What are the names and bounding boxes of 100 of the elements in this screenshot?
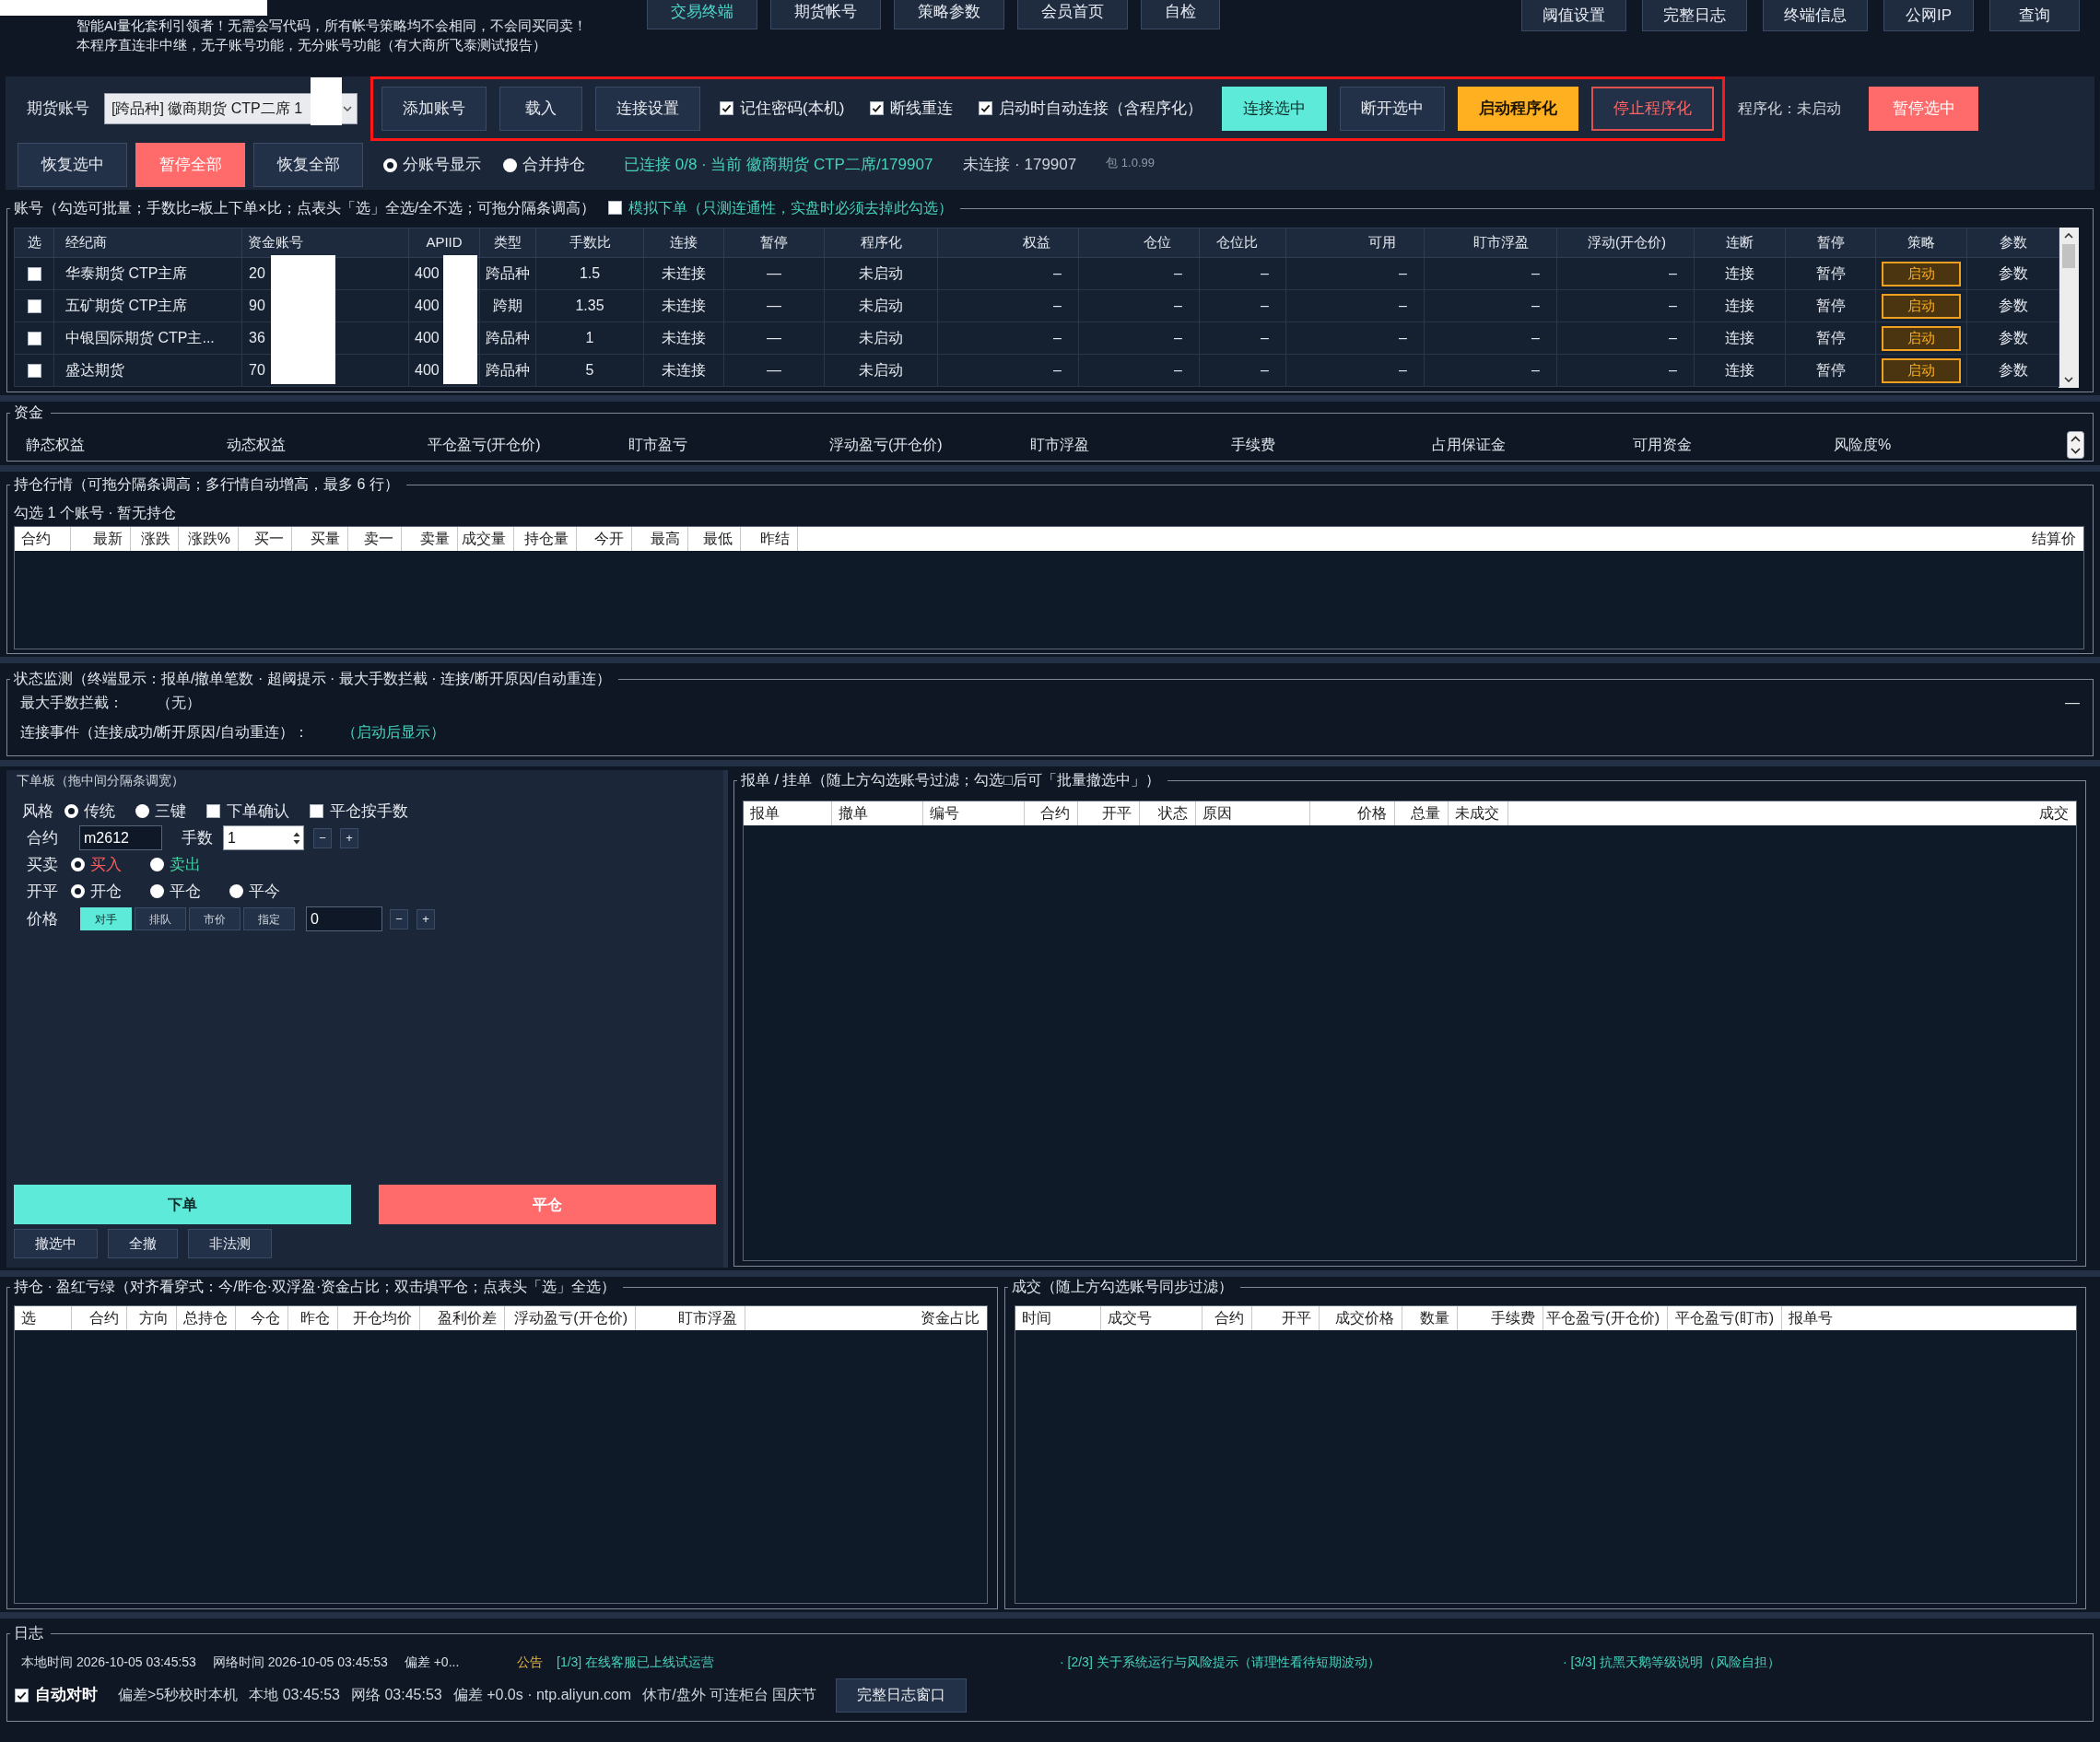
checkbox[interactable] bbox=[27, 299, 41, 314]
column-header[interactable]: 平仓盈亏(盯市) bbox=[1668, 1306, 1782, 1330]
nav-tab[interactable]: 交易终端 bbox=[647, 0, 757, 29]
column-header[interactable]: 时间 bbox=[1015, 1306, 1101, 1330]
action-link[interactable]: 暂停 bbox=[1815, 330, 1846, 345]
checkbox[interactable] bbox=[608, 201, 623, 215]
column-header[interactable]: 卖一 bbox=[348, 527, 402, 551]
column-header[interactable]: 权益 bbox=[937, 228, 1079, 258]
stepper-button[interactable]: + bbox=[416, 908, 435, 929]
column-header[interactable]: 连接 bbox=[643, 228, 724, 258]
column-header[interactable]: 成交量 bbox=[458, 527, 514, 551]
column-header[interactable]: 盈利价差 bbox=[420, 1306, 505, 1330]
start-button[interactable]: 启动 bbox=[1882, 357, 1961, 383]
contract-input[interactable]: m2612 bbox=[79, 825, 162, 850]
cancel-button[interactable]: 撤选中 bbox=[14, 1229, 98, 1258]
column-header[interactable]: 昨结 bbox=[741, 527, 798, 551]
stepper-button[interactable]: − bbox=[390, 908, 408, 929]
quantity-spinbox[interactable]: 1 bbox=[223, 825, 304, 850]
price-mode-button[interactable]: 排队 bbox=[135, 907, 186, 930]
radio-button[interactable] bbox=[503, 158, 517, 172]
column-header[interactable]: 原因 bbox=[1196, 801, 1310, 825]
toolbar-button[interactable]: 载入 bbox=[499, 86, 582, 131]
checkbox[interactable] bbox=[15, 1688, 29, 1702]
checkbox[interactable] bbox=[27, 364, 41, 379]
column-header[interactable]: 策略 bbox=[1875, 228, 1967, 258]
price-mode-button[interactable]: 市价 bbox=[189, 907, 241, 930]
column-header[interactable]: 报单 bbox=[744, 801, 832, 825]
radio-button[interactable] bbox=[71, 858, 85, 871]
column-header[interactable]: 选 bbox=[14, 228, 54, 258]
price-input[interactable]: 0 bbox=[306, 906, 382, 931]
notice-link[interactable]: · [3/3] 抗黑天鹅等级说明（风险自担） bbox=[1563, 1654, 1780, 1669]
column-header[interactable]: 仓位 bbox=[1078, 228, 1200, 258]
radio-button[interactable] bbox=[229, 884, 243, 898]
column-header[interactable]: 类型 bbox=[479, 228, 536, 258]
checkbox[interactable] bbox=[310, 804, 323, 818]
column-header[interactable]: 开平 bbox=[1252, 1306, 1320, 1330]
action-link[interactable]: 连接 bbox=[1725, 330, 1754, 345]
column-header[interactable]: 今仓 bbox=[236, 1306, 288, 1330]
action-link[interactable]: 参数 bbox=[1998, 330, 2028, 345]
column-header[interactable]: 最高 bbox=[632, 527, 688, 551]
column-header[interactable]: 资金占比 bbox=[745, 1306, 987, 1330]
radio-button[interactable] bbox=[150, 884, 164, 898]
header-button[interactable]: 阈值设置 bbox=[1521, 0, 1626, 31]
column-header[interactable]: 买一 bbox=[239, 527, 292, 551]
checkbox[interactable] bbox=[27, 332, 41, 346]
column-header[interactable]: 浮动盈亏(开仓价) bbox=[505, 1306, 636, 1330]
column-header[interactable]: 合约 bbox=[72, 1306, 127, 1330]
cancel-button[interactable]: 全撤 bbox=[108, 1229, 178, 1258]
column-header[interactable]: 成交 bbox=[1508, 801, 2076, 825]
column-header[interactable]: 浮动(开仓价) bbox=[1556, 228, 1695, 258]
toolbar-button[interactable]: 启动程序化 bbox=[1458, 86, 1579, 131]
column-header[interactable]: 总量 bbox=[1395, 801, 1449, 825]
toolbar-button[interactable]: 断开选中 bbox=[1340, 86, 1446, 131]
stepper-button[interactable]: − bbox=[313, 827, 332, 848]
column-header[interactable]: 卖量 bbox=[402, 527, 458, 551]
start-button[interactable]: 启动 bbox=[1882, 325, 1961, 351]
column-header[interactable]: 仓位比 bbox=[1199, 228, 1286, 258]
column-header[interactable]: 暂停 bbox=[723, 228, 825, 258]
column-header[interactable]: 合约 bbox=[1025, 801, 1078, 825]
checkbox[interactable] bbox=[870, 101, 885, 115]
stepper-button[interactable]: + bbox=[340, 827, 358, 848]
header-button[interactable]: 查询 bbox=[1989, 0, 2080, 31]
nav-tab[interactable]: 策略参数 bbox=[894, 0, 1004, 29]
action-link[interactable]: 参数 bbox=[1998, 298, 2028, 313]
toolbar-button[interactable]: 停止程序化 bbox=[1591, 86, 1715, 131]
column-header[interactable]: 手续费 bbox=[1458, 1306, 1543, 1330]
column-header[interactable]: 方向 bbox=[127, 1306, 177, 1330]
column-header[interactable]: 昨仓 bbox=[288, 1306, 338, 1330]
column-header[interactable]: 涨跌 bbox=[131, 527, 179, 551]
column-header[interactable]: 最新 bbox=[71, 527, 131, 551]
radio-button[interactable] bbox=[383, 158, 397, 172]
action-link[interactable]: 连接 bbox=[1725, 298, 1754, 313]
column-header[interactable]: 买量 bbox=[292, 527, 348, 551]
collapse-button[interactable]: — bbox=[2065, 694, 2080, 712]
column-header[interactable]: 选 bbox=[15, 1306, 72, 1330]
nav-tab[interactable]: 期货帐号 bbox=[770, 0, 881, 29]
start-button[interactable]: 启动 bbox=[1882, 293, 1961, 319]
column-header[interactable]: 盯市浮盈 bbox=[1424, 228, 1557, 258]
action-link[interactable]: 参数 bbox=[1998, 362, 2028, 378]
action-link[interactable]: 暂停 bbox=[1815, 265, 1846, 281]
column-header[interactable]: 开仓均价 bbox=[338, 1306, 420, 1330]
column-header[interactable]: 连断 bbox=[1694, 228, 1786, 258]
column-header[interactable]: 状态 bbox=[1140, 801, 1196, 825]
column-header[interactable]: 合约 bbox=[15, 527, 71, 551]
action-link[interactable]: 连接 bbox=[1725, 265, 1754, 281]
order-action-button[interactable]: 下单 bbox=[14, 1185, 351, 1224]
toolbar-button[interactable]: 连接选中 bbox=[1222, 86, 1328, 131]
column-header[interactable]: 成交价格 bbox=[1320, 1306, 1402, 1330]
column-header[interactable]: 参数 bbox=[1966, 228, 2059, 258]
full-log-button[interactable]: 完整日志窗口 bbox=[836, 1678, 968, 1713]
cancel-button[interactable]: 非法测 bbox=[188, 1229, 272, 1258]
checkbox[interactable] bbox=[720, 101, 733, 115]
column-header[interactable]: 盯市浮盈 bbox=[636, 1306, 745, 1330]
scroll-down-icon[interactable] bbox=[2064, 377, 2073, 382]
radio-button[interactable] bbox=[150, 858, 164, 871]
price-mode-button[interactable]: 对手 bbox=[80, 907, 132, 930]
scroll-thumb[interactable] bbox=[2062, 244, 2075, 268]
nav-tab[interactable]: 自检 bbox=[1141, 0, 1220, 29]
scroll-up-icon[interactable] bbox=[2064, 233, 2073, 239]
column-header[interactable]: 数量 bbox=[1402, 1306, 1458, 1330]
